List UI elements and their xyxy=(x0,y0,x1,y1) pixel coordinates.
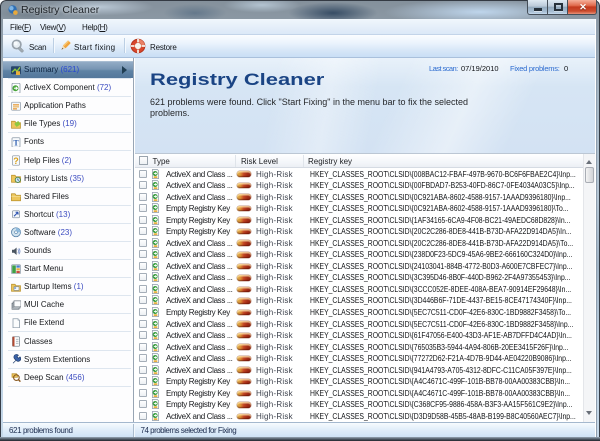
svg-text:?: ? xyxy=(13,156,19,166)
svg-text:T: T xyxy=(13,138,19,147)
